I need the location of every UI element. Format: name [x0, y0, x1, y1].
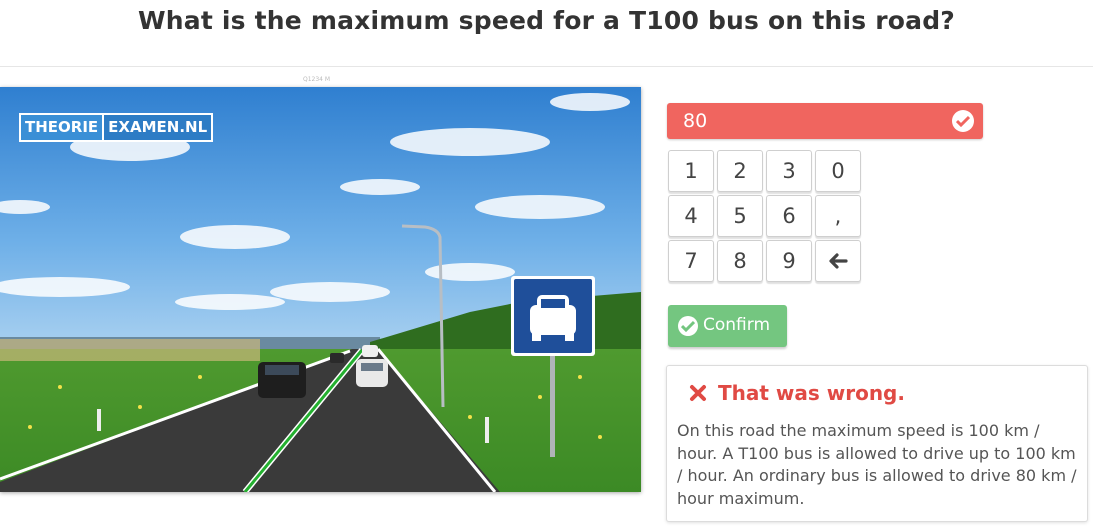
check-circle-icon — [678, 316, 698, 336]
road-scene-image — [0, 87, 641, 492]
header-divider — [0, 66, 1093, 67]
key-7[interactable]: 7 — [668, 240, 714, 282]
key-3[interactable]: 3 — [766, 150, 812, 192]
logo-text-part2: EXAMEN.NL — [102, 115, 212, 140]
key-2[interactable]: 2 — [717, 150, 763, 192]
key-comma[interactable]: , — [815, 195, 861, 237]
feedback-title: That was wrong. — [718, 381, 905, 405]
theorie-examen-logo: THEORIE EXAMEN.NL — [19, 113, 214, 142]
key-6[interactable]: 6 — [766, 195, 812, 237]
backspace-button[interactable] — [815, 240, 861, 282]
key-5[interactable]: 5 — [717, 195, 763, 237]
x-mark-icon — [690, 385, 706, 401]
key-8[interactable]: 8 — [717, 240, 763, 282]
key-1[interactable]: 1 — [668, 150, 714, 192]
key-4[interactable]: 4 — [668, 195, 714, 237]
feedback-explanation: On this road the maximum speed is 100 km… — [677, 421, 1077, 508]
confirm-label: Confirm — [703, 315, 771, 335]
key-9[interactable]: 9 — [766, 240, 812, 282]
answer-field[interactable]: 80 — [667, 103, 983, 139]
arrow-left-icon — [829, 253, 848, 269]
feedback-panel: That was wrong. On this road the maximum… — [666, 365, 1088, 522]
image-id-label: Q1234 M — [303, 76, 331, 83]
answer-value: 80 — [683, 110, 708, 132]
key-0[interactable]: 0 — [815, 150, 861, 192]
logo-text-part1: THEORIE — [21, 115, 103, 140]
question-photo — [0, 87, 641, 492]
question-title: What is the maximum speed for a T100 bus… — [138, 6, 955, 35]
confirm-button[interactable]: Confirm — [668, 305, 787, 347]
check-circle-icon — [952, 110, 974, 132]
